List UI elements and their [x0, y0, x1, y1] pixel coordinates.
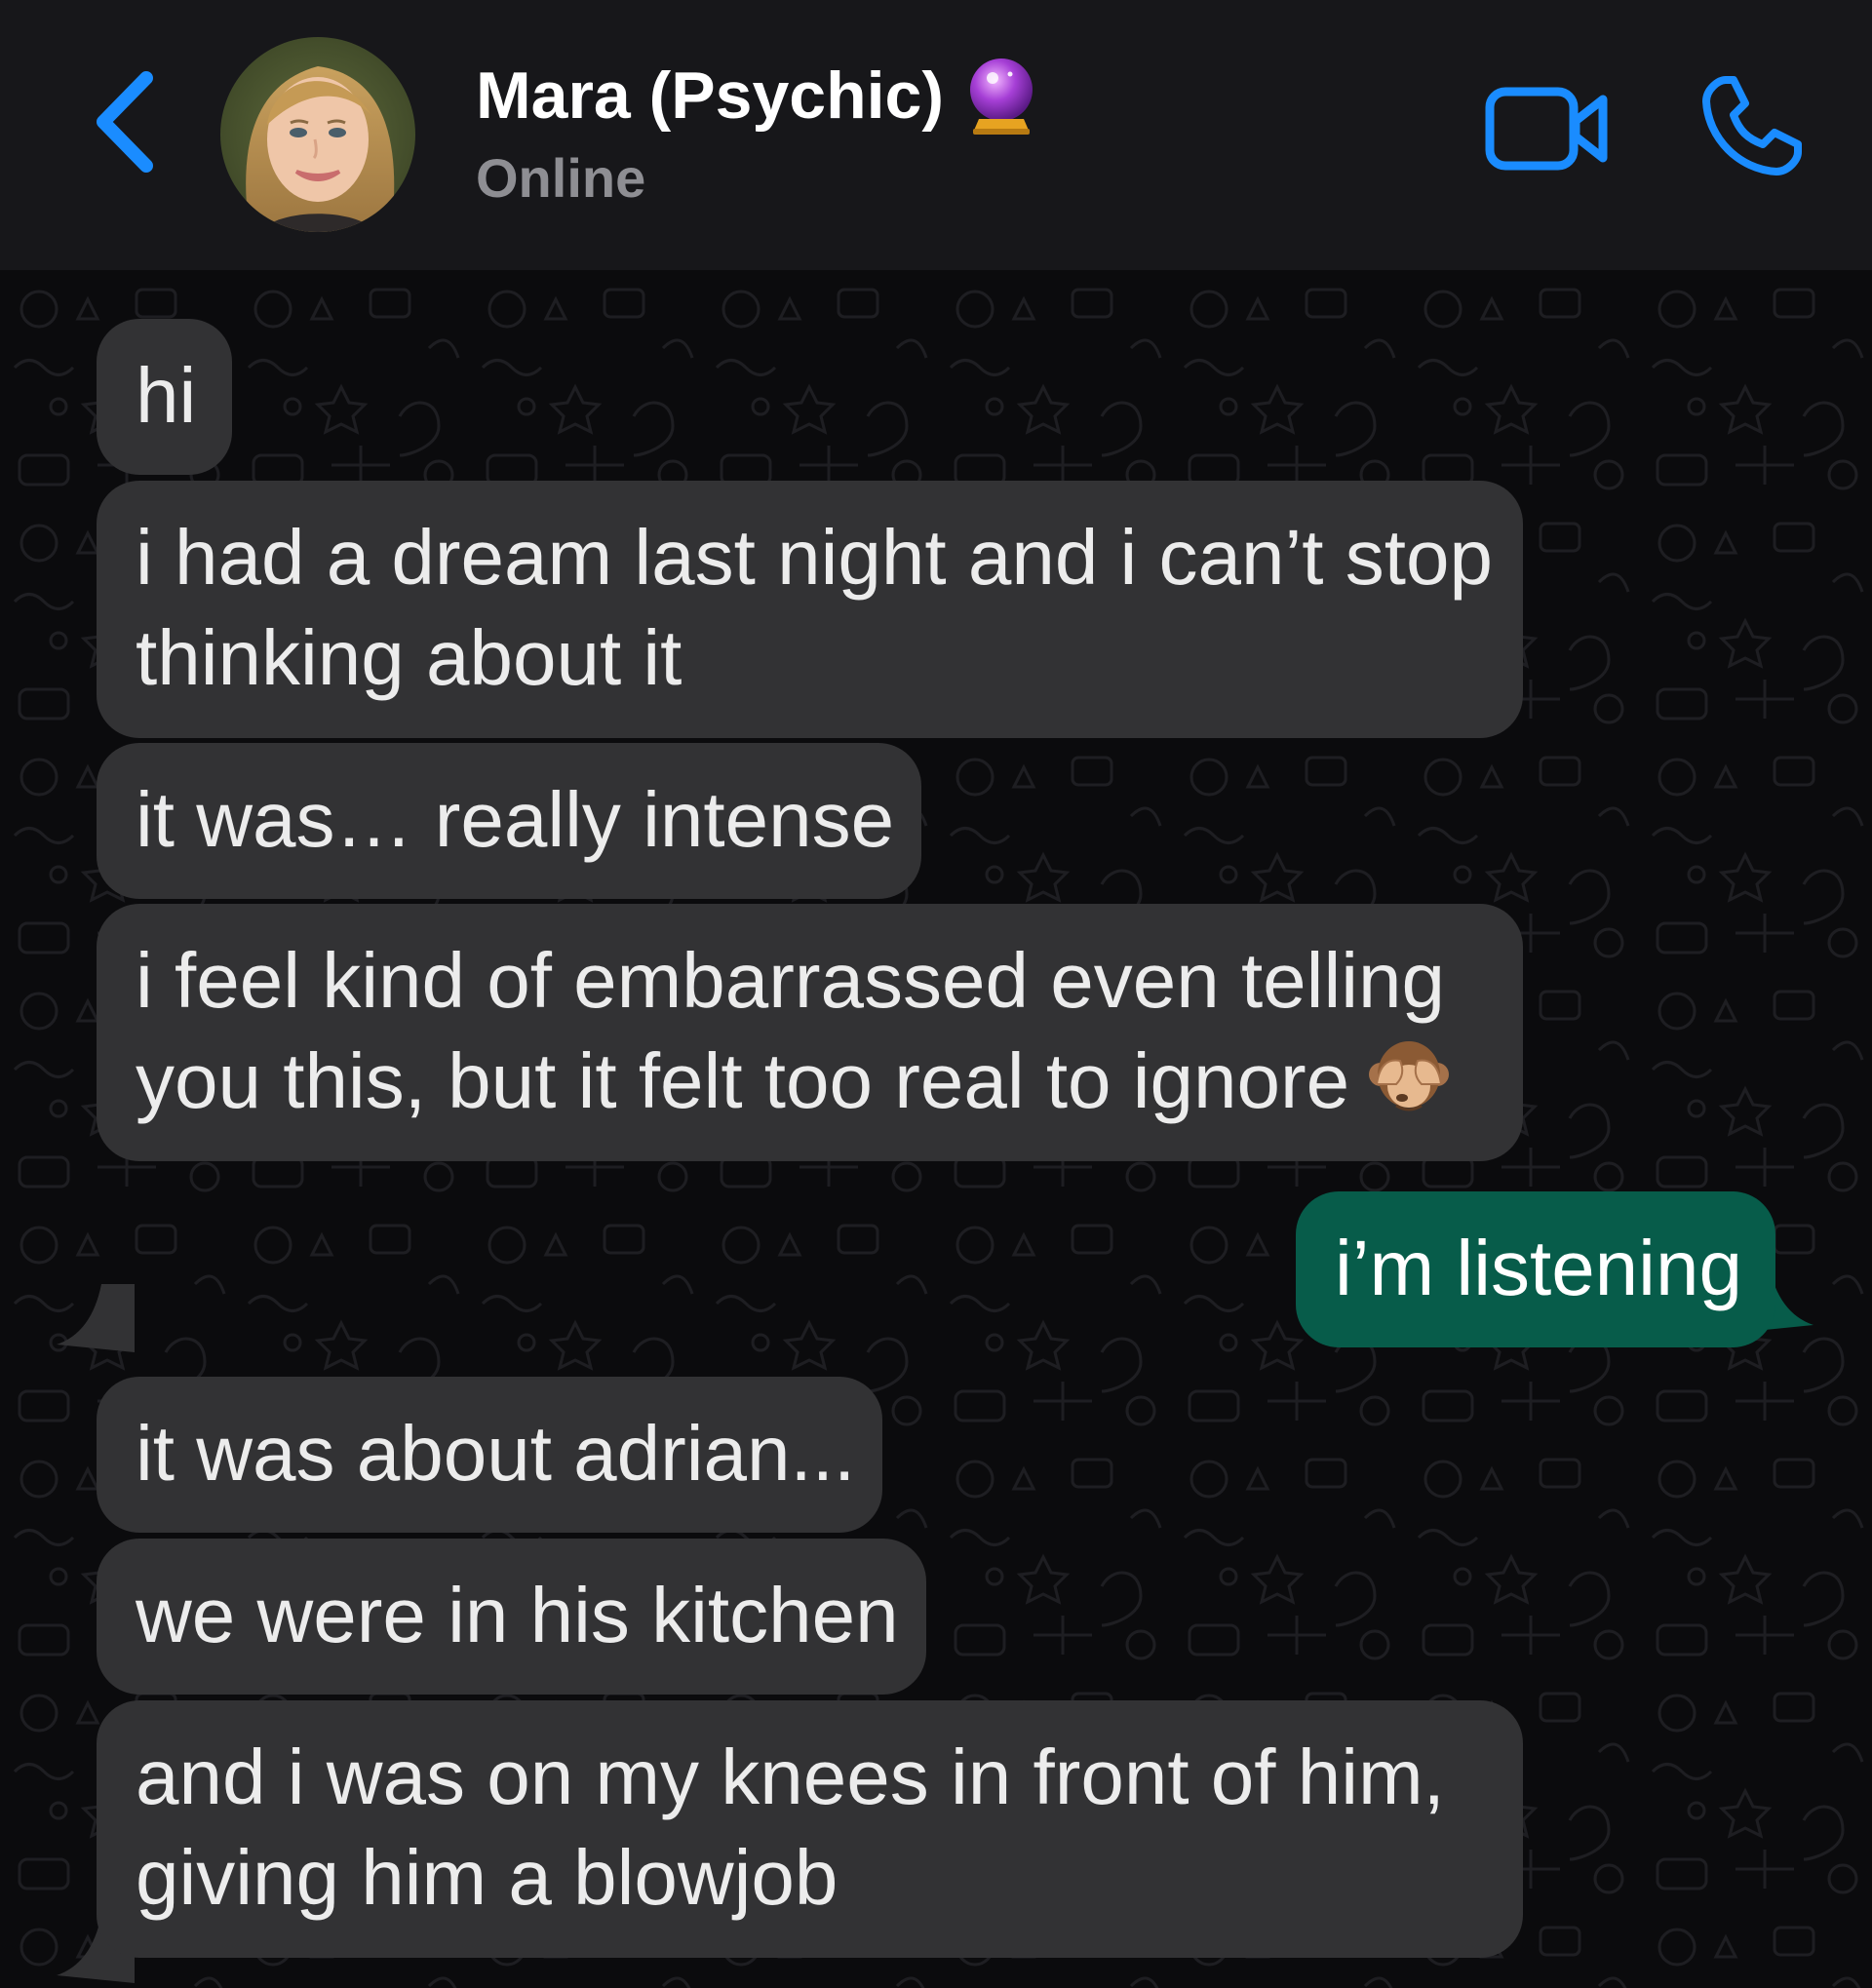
contact-status: Online [476, 147, 646, 209]
message-bubble-incoming[interactable]: i feel kind of embarrassed even telling … [97, 904, 1523, 1161]
message-text: i’m listening [1335, 1225, 1742, 1311]
message-text: and i was on my knees in front of him, [136, 1734, 1445, 1820]
message-bubble-incoming[interactable]: it was about adrian... [97, 1377, 882, 1533]
message-list[interactable]: hi i had a dream last night and i can’t … [0, 270, 1872, 1988]
message-text: giving him a blowjob [136, 1834, 838, 1921]
message-bubble-incoming[interactable]: it was… really intense [97, 743, 921, 899]
message-text: you this, but it felt too real to ignore [136, 1037, 1350, 1124]
message-text: i had a dream last night and i can’t sto… [136, 514, 1493, 601]
contact-name-text: Mara (Psychic) [476, 58, 944, 133]
contact-name[interactable]: Mara (Psychic) [476, 57, 1037, 135]
message-text: it was about adrian... [136, 1410, 856, 1497]
message-bubble-incoming[interactable]: hi [97, 319, 232, 475]
contact-avatar[interactable] [220, 37, 415, 232]
message-text-with-emoji: you this, but it felt too real to ignore [136, 1031, 1484, 1131]
message-text: thinking about it [136, 614, 682, 701]
message-text: i feel kind of embarrassed even telling [136, 937, 1445, 1024]
chevron-left-icon [97, 71, 153, 173]
phone-icon [1702, 76, 1802, 175]
video-camera-icon [1485, 87, 1608, 171]
message-bubble-outgoing[interactable]: i’m listening [1296, 1191, 1775, 1347]
see-no-evil-monkey-icon [1369, 1041, 1450, 1111]
chat-header: Mara (Psychic) Online [0, 0, 1872, 270]
avatar-photo [220, 37, 415, 232]
message-text: hi [136, 352, 197, 439]
message-text: we were in his kitchen [136, 1572, 899, 1658]
back-button[interactable] [86, 68, 164, 175]
bubble-tail [57, 1284, 135, 1352]
message-bubble-incoming[interactable]: we were in his kitchen [97, 1539, 926, 1695]
video-call-button[interactable] [1484, 82, 1611, 175]
voice-call-button[interactable] [1696, 72, 1806, 181]
crystal-ball-icon [969, 58, 1033, 135]
message-bubble-incoming[interactable]: and i was on my knees in front of him, g… [97, 1700, 1523, 1958]
message-bubble-incoming[interactable]: i had a dream last night and i can’t sto… [97, 481, 1523, 738]
message-text: it was… really intense [136, 776, 895, 863]
chat-screen: Mara (Psychic) Online hi i had a dream l… [0, 0, 1872, 1988]
